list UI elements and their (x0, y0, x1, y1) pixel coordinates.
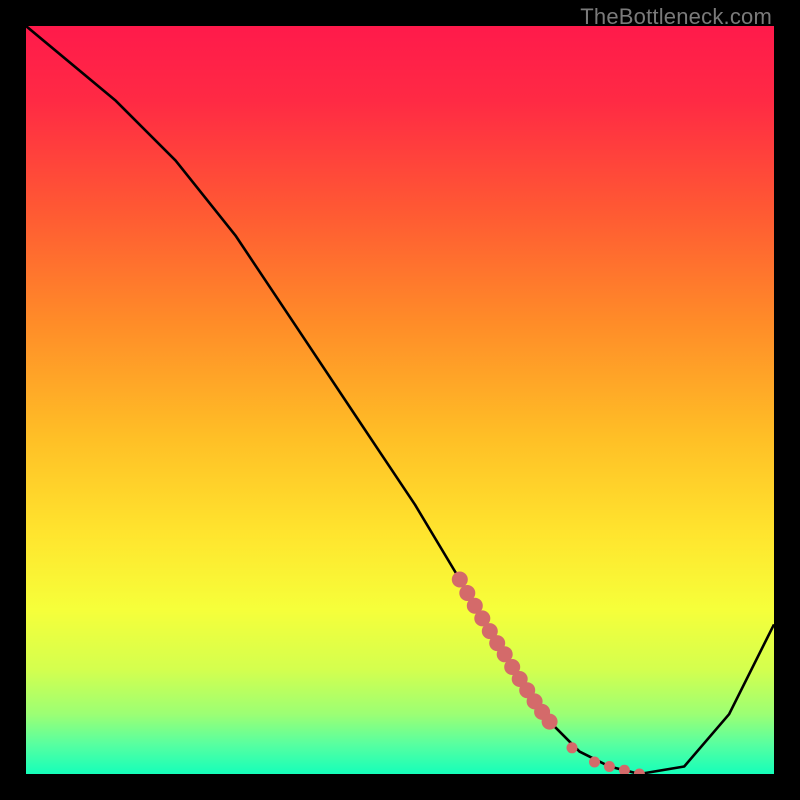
marker-dot (452, 572, 468, 588)
marker-dot (589, 757, 600, 768)
chart-frame (26, 26, 774, 774)
marker-dot (604, 761, 615, 772)
bottleneck-chart (26, 26, 774, 774)
marker-dot (567, 742, 578, 753)
marker-dot (542, 714, 558, 730)
watermark-text: TheBottleneck.com (580, 4, 772, 30)
gradient-background (26, 26, 774, 774)
